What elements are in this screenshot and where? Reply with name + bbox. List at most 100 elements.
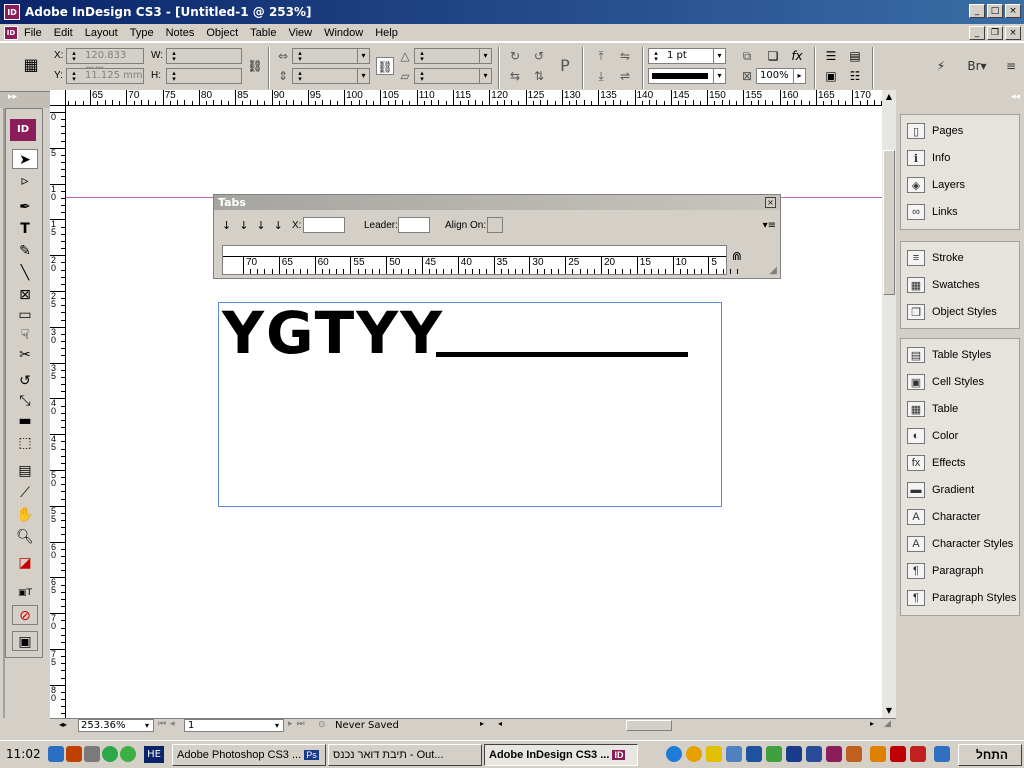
tabs-x-input[interactable]	[303, 217, 345, 233]
lightning-icon[interactable]: ⚡	[932, 57, 950, 75]
menu-file[interactable]: File	[18, 27, 48, 39]
menu-layout[interactable]: Layout	[79, 27, 124, 39]
apply-none-icon[interactable]: ⊘	[12, 605, 38, 625]
page-first-prev-icons[interactable]: ⏮◂	[158, 719, 179, 729]
panel-tab-table[interactable]: ▦ Table	[907, 398, 958, 420]
rectangle-tool-icon[interactable]: ▭	[12, 305, 38, 325]
text-wrap-jump-icon[interactable]: ☷	[846, 67, 864, 85]
task-outlook[interactable]: תיבת דואר נכנס - Out...	[328, 744, 482, 766]
ie-icon[interactable]	[666, 746, 682, 762]
select-container-icon[interactable]: ⤒	[592, 47, 610, 65]
line-tool-icon[interactable]: ╲	[12, 263, 38, 283]
fx-icon[interactable]: fx	[788, 47, 806, 65]
pen-tool-icon[interactable]: ✒	[12, 197, 38, 217]
flip-vertical-icon[interactable]: ⇅	[530, 67, 548, 85]
scroll-left-icon[interactable]: ◂	[498, 719, 502, 728]
fill-stroke-swatch-icon[interactable]: ◪	[12, 553, 38, 573]
frame-text[interactable]: YGTYY	[222, 299, 444, 367]
panel-tab-stroke[interactable]: ≡ Stroke	[907, 247, 964, 269]
shear-field[interactable]: ▴ ▾ ▾	[414, 68, 492, 84]
tabs-close-button[interactable]: ×	[765, 197, 776, 208]
scale-y-field[interactable]: ▴ ▾ ▾	[292, 68, 370, 84]
select-next-icon[interactable]: ⇌	[616, 67, 634, 85]
quicklaunch-icon-4[interactable]	[726, 746, 742, 762]
tabs-ruler[interactable]: 70 65 60 55 50 45 40 35 30 25 20 15 10 5	[222, 245, 739, 275]
eyedropper-tool-icon[interactable]: ⟋	[12, 483, 38, 503]
indesign-app-icon[interactable]: ID	[4, 4, 20, 20]
menu-window[interactable]: Window	[318, 27, 369, 39]
scroll-up-icon[interactable]: ▲	[882, 90, 896, 104]
panel-tab-character-styles[interactable]: A Character Styles	[907, 533, 1013, 555]
page-dropdown-icon[interactable]: ▾	[270, 719, 284, 732]
bridge-icon[interactable]: Br▾	[962, 57, 992, 75]
panel-tab-object-styles[interactable]: ❐ Object Styles	[907, 301, 997, 323]
menu-edit[interactable]: Edit	[48, 27, 79, 39]
panel-tab-character[interactable]: A Character	[907, 506, 980, 528]
vertical-scroll-thumb[interactable]	[883, 150, 895, 295]
w-field[interactable]: ▴ ▾	[166, 48, 242, 64]
tabs-panel[interactable]: Tabs × ↓↓↓↓ X: Leader: Align On: ▾≡ 70 65…	[213, 194, 781, 279]
word-icon[interactable]	[746, 746, 762, 762]
fit-icon[interactable]: ⧉	[738, 47, 756, 65]
page-next-last-icons[interactable]: ▸⏭	[288, 719, 309, 729]
note-tool-icon[interactable]: ▤	[12, 461, 38, 481]
scroll-right-icon[interactable]: ▸	[870, 719, 874, 728]
acrobat-icon[interactable]	[890, 746, 906, 762]
formatting-container-icon[interactable]: ▣T	[12, 583, 38, 603]
toolbox-collapse[interactable]: ▸▸	[0, 92, 50, 108]
scroll-down-icon[interactable]: ▼	[882, 704, 896, 718]
doc-restore-button[interactable]: ❐	[987, 26, 1003, 40]
rotate-field[interactable]: ▴ ▾ ▾	[414, 48, 492, 64]
tray-icon-5[interactable]	[120, 746, 136, 762]
quicklaunch-icon-14[interactable]	[934, 746, 950, 762]
maximize-button[interactable]: □	[987, 4, 1003, 18]
tray-icon-4[interactable]	[102, 746, 118, 762]
language-indicator[interactable]: HE	[144, 746, 164, 763]
zoom-dropdown-icon[interactable]: ▾	[140, 719, 154, 732]
horizontal-ruler[interactable]: 65 70 75 80 85 90 95 100 105 110 115 120 125 130 135 14…	[50, 90, 882, 106]
constrain-proportions-icon[interactable]: ⛓	[246, 57, 264, 75]
start-button[interactable]: התחל	[958, 744, 1022, 766]
reader-icon[interactable]	[910, 746, 926, 762]
menu-notes[interactable]: Notes	[160, 27, 201, 39]
pasteboard-toggle-icon[interactable]: ◂▸	[54, 720, 72, 732]
tray-icon-3[interactable]	[84, 746, 100, 762]
indesign-launch-icon[interactable]	[826, 746, 842, 762]
vertical-ruler[interactable]: 0 5 1 0 1 5 2 0 2 5 3 0 3 5 4 0 4 5 5 0 5 5 6 0 6 5 7 …	[50, 106, 66, 718]
link-icon[interactable]: ⛓	[376, 57, 394, 75]
resize-corner-icon[interactable]: ◢	[884, 719, 891, 729]
open-in-bridge-icon[interactable]: ⊙	[318, 720, 326, 730]
position-panel-above-frame-icon[interactable]: ⋒	[732, 249, 742, 263]
free-transform-tool-icon[interactable]: ↺	[12, 371, 38, 391]
type-tool-icon[interactable]: T	[12, 219, 38, 239]
panel-tab-effects[interactable]: fx Effects	[907, 452, 965, 474]
x-field[interactable]: ▴▾120.833 mm	[66, 48, 144, 75]
view-mode-icon[interactable]: ▣	[12, 631, 38, 651]
selection-tool-icon[interactable]: ➤	[12, 149, 38, 169]
stroke-type-select[interactable]: ▾	[648, 68, 726, 84]
scale-x-field[interactable]: ▴ ▾ ▾	[292, 48, 370, 64]
pencil-tool-icon[interactable]: ✎	[12, 241, 38, 261]
illustrator-icon[interactable]	[870, 746, 886, 762]
panel-tab-paragraph[interactable]: ¶ Paragraph	[907, 560, 983, 582]
doc-minimize-button[interactable]: _	[969, 26, 985, 40]
doc-close-button[interactable]: ×	[1005, 26, 1021, 40]
quicklaunch-icon-10[interactable]	[846, 746, 862, 762]
button-tool-icon[interactable]: ☟	[12, 325, 38, 345]
text-frame[interactable]: YGTYY	[218, 299, 722, 507]
reference-point-icon[interactable]: ▦	[22, 56, 40, 74]
panel-tab-layers[interactable]: ◈ Layers	[907, 174, 965, 196]
quicklaunch-icon-8[interactable]	[806, 746, 822, 762]
stroke-weight-field[interactable]: ▴ ▾ 1 pt ▾	[648, 48, 726, 64]
horizontal-scroll-thumb[interactable]	[626, 720, 672, 731]
menu-object[interactable]: Object	[200, 27, 244, 39]
menu-view[interactable]: View	[282, 27, 318, 39]
page-field[interactable]: 1	[184, 719, 284, 732]
tray-icon-1[interactable]	[48, 746, 64, 762]
quicklaunch-icon-6[interactable]	[766, 746, 782, 762]
menu-table[interactable]: Table	[244, 27, 282, 39]
volume-icon[interactable]	[66, 746, 82, 762]
media-icon[interactable]	[686, 746, 702, 762]
minimize-button[interactable]: _	[969, 4, 985, 18]
task-indesign[interactable]: Adobe InDesign CS3 ... ID	[484, 744, 638, 766]
